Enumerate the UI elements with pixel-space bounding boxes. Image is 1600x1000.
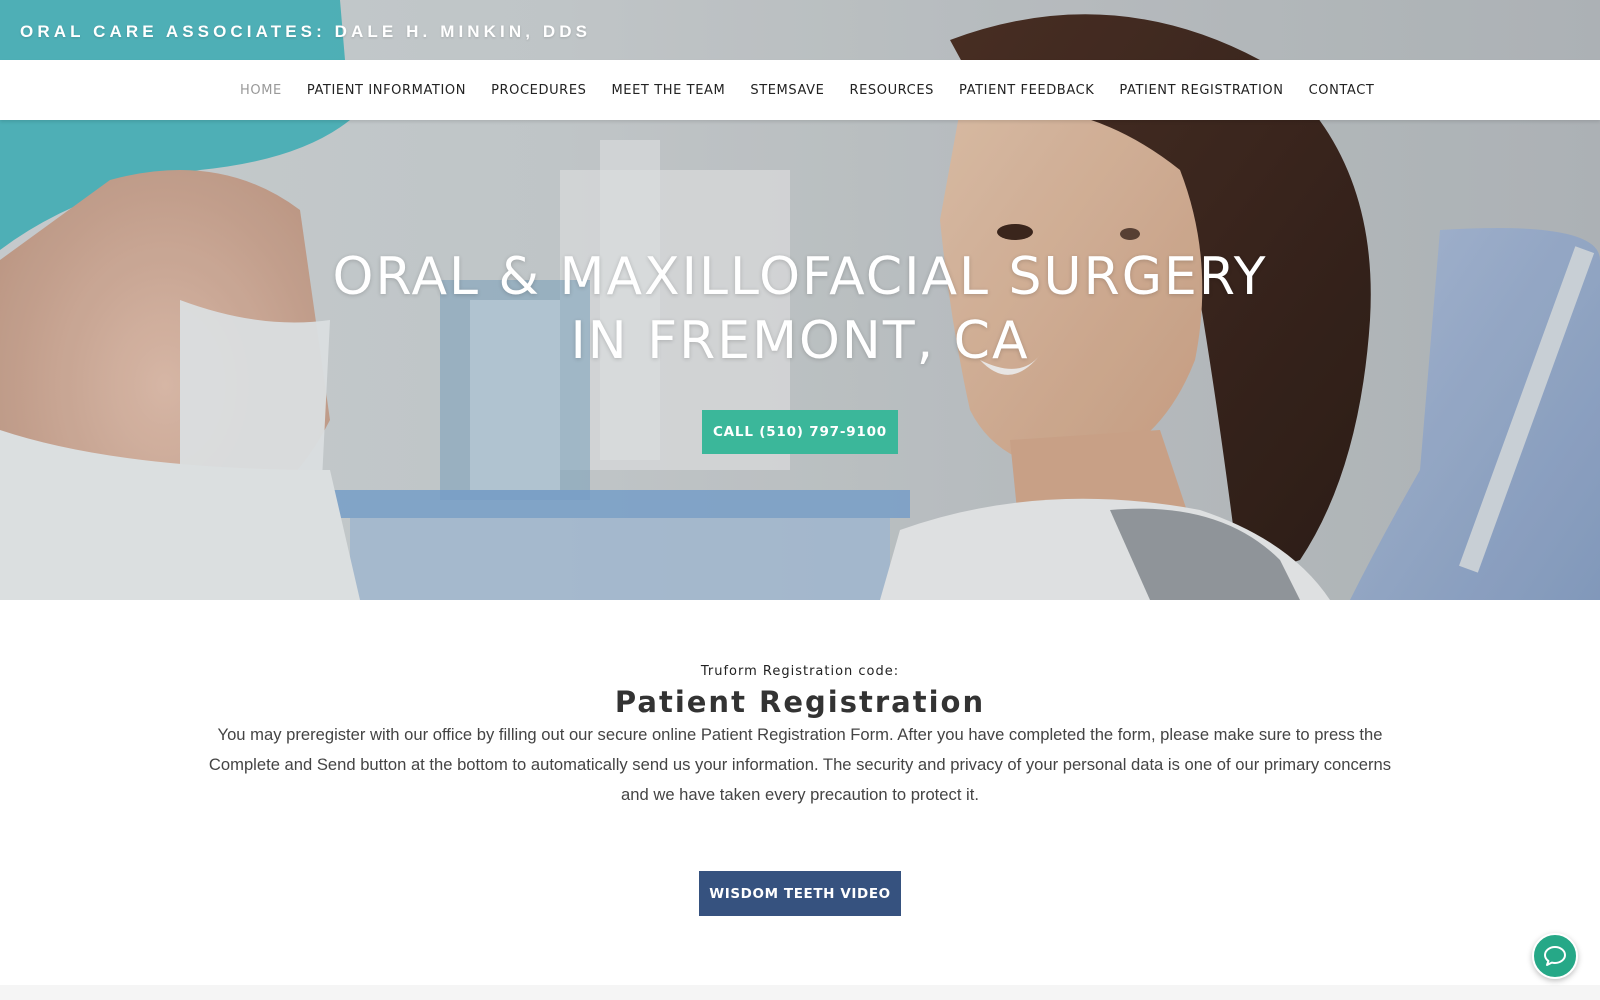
nav-item-stemsave[interactable]: STEMSAVE: [750, 83, 824, 98]
nav-item-meet-the-team[interactable]: MEET THE TEAM: [611, 83, 725, 98]
call-button[interactable]: CALL (510) 797-9100: [702, 410, 898, 454]
truform-label: Truform Registration code:: [700, 664, 900, 679]
footer-strip: [0, 985, 1600, 1000]
hero-heading: ORAL & MAXILLOFACIAL SURGERY IN FREMONT,…: [200, 245, 1400, 373]
hero-heading-line1: ORAL & MAXILLOFACIAL SURGERY: [332, 247, 1268, 307]
main-navigation: HOME PATIENT INFORMATION PROCEDURES MEET…: [0, 60, 1600, 120]
registration-description: You may preregister with our office by f…: [208, 725, 1392, 804]
nav-item-contact[interactable]: CONTACT: [1309, 83, 1375, 98]
section-title: Patient Registration: [614, 685, 986, 719]
site-title[interactable]: ORAL CARE ASSOCIATES: DALE H. MINKIN, DD…: [20, 20, 591, 44]
wisdom-teeth-video-button[interactable]: WISDOM TEETH VIDEO: [699, 871, 901, 916]
nav-item-patient-registration[interactable]: PATIENT REGISTRATION: [1119, 83, 1283, 98]
chat-widget-button[interactable]: [1532, 933, 1578, 979]
nav-item-home[interactable]: HOME: [240, 83, 282, 98]
chat-bubble-icon: [1544, 946, 1566, 966]
nav-item-patient-information[interactable]: PATIENT INFORMATION: [307, 83, 466, 98]
nav-item-patient-feedback[interactable]: PATIENT FEEDBACK: [959, 83, 1094, 98]
nav-item-resources[interactable]: RESOURCES: [849, 83, 934, 98]
nav-list: HOME PATIENT INFORMATION PROCEDURES MEET…: [240, 60, 1374, 120]
hero-heading-line2: IN FREMONT, CA: [570, 311, 1030, 371]
nav-item-procedures[interactable]: PROCEDURES: [491, 83, 586, 98]
